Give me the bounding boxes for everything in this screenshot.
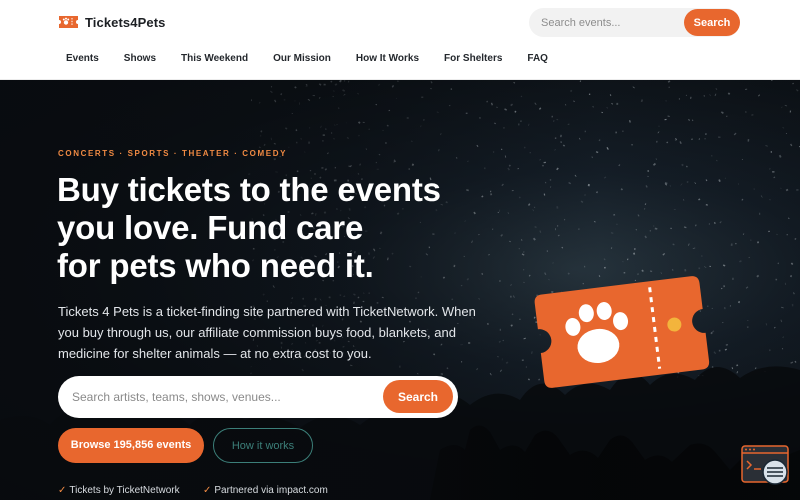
hero-search-input[interactable] (72, 388, 372, 406)
main-nav: Events Shows This Weekend Our Mission Ho… (58, 52, 565, 66)
trust-item-impact: ✓ Partnered via impact.com (203, 485, 328, 496)
check-icon: ✓ (203, 485, 212, 496)
trust-text: Tickets by TicketNetwork (69, 485, 180, 496)
trust-text: Partnered via impact.com (214, 485, 328, 496)
nav-item-this-weekend[interactable]: This Weekend (173, 52, 248, 66)
how-it-works-button[interactable]: How it works (213, 428, 313, 463)
nav-item-shows[interactable]: Shows (116, 52, 156, 66)
headline-line-2: you love. Fund care (57, 209, 364, 246)
header-search-input[interactable] (541, 14, 681, 31)
nav-item-events[interactable]: Events (58, 52, 99, 66)
nav-item-how-it-works[interactable]: How It Works (348, 52, 419, 66)
accessibility-widget-icon[interactable] (741, 445, 791, 485)
trust-item-ticketnetwork: ✓ Tickets by TicketNetwork (58, 485, 180, 496)
hero-kicker: CONCERTS · SPORTS · THEATER · COMEDY (58, 149, 288, 158)
hero-description: Tickets 4 Pets is a ticket-finding site … (58, 304, 476, 361)
headline-line-3: for pets who need it. (57, 247, 374, 284)
site-header: Tickets4Pets Search Events Shows This We… (0, 0, 800, 80)
header-search-button[interactable]: Search (684, 9, 740, 36)
nav-item-for-shelters[interactable]: For Shelters (436, 52, 502, 66)
hero-section: CONCERTS · SPORTS · THEATER · COMEDY Buy… (0, 80, 800, 500)
nav-item-our-mission[interactable]: Our Mission (265, 52, 331, 66)
hero-search: Search (58, 376, 458, 418)
header-search: Search (529, 8, 740, 37)
brand-logo[interactable]: Tickets4Pets (58, 11, 165, 33)
headline-line-1: Buy tickets to the events (57, 171, 441, 208)
hero-headline: Buy tickets to the events you love. Fund… (57, 171, 497, 285)
check-icon: ✓ (58, 485, 67, 496)
ticket-logo-icon (58, 15, 79, 29)
hero-search-button[interactable]: Search (383, 380, 453, 413)
paw-ticket-icon (534, 276, 710, 388)
nav-item-faq[interactable]: FAQ (519, 52, 548, 66)
brand-name: Tickets4Pets (85, 14, 166, 30)
browse-events-button[interactable]: Browse 195,856 events (58, 428, 204, 463)
